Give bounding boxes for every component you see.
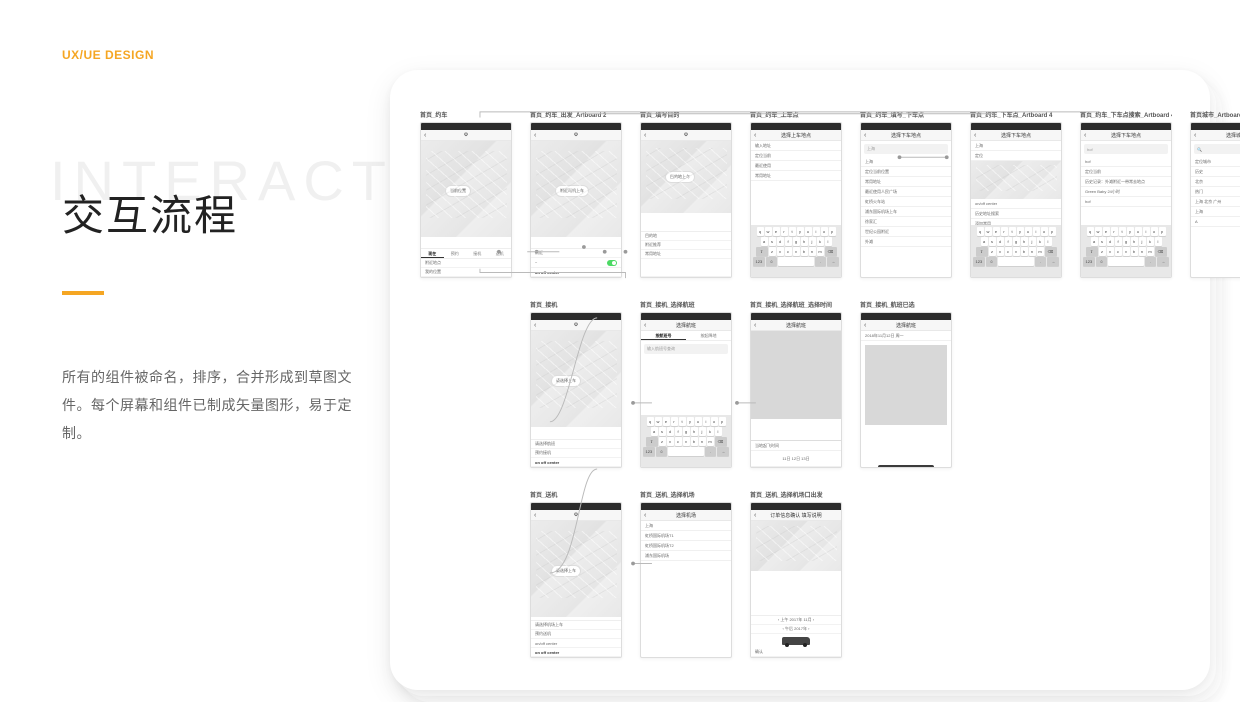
flow-container: 首页_约车⚙当前位置现在预约接机送机附近地点我的位置首页_约车_出发_Artbo… (420, 110, 1190, 658)
screen-caption: 首页_约车 (420, 110, 512, 119)
phone-frame: ⚙请选择上车请选择航班预约接机on off center (530, 312, 622, 468)
left-column: UX/UE DESIGN 交互流程 所有的组件被命名，排序，合并形成到草图文件。… (62, 48, 402, 447)
phone-frame: ⚙当前位置现在预约接机送机附近地点我的位置 (420, 122, 512, 278)
soft-keyboard: qwertyuiopasdfghjkl⇧zxcvbnm⌫123☺.→ (641, 415, 731, 467)
phone-frame: 订单信息确认 填写说明‹ 上午 2017年 11月 ›‹ 午后 2017年 ›确… (750, 502, 842, 658)
wireframe-screen: 首页_填写目的 ⚙目的地上车目的地附近推荐常用地址 (640, 110, 732, 278)
wireframe-screen: 首页_约车_下车点搜索_Artboard 4 选择下车地点hofhof定位当前历史… (1080, 110, 1172, 278)
screen-caption: 首页_接机_选择航班_选择时间 (750, 300, 842, 309)
wireframe-screen: 首页_接机_选择航班选择航班按航班号按起降地输入航班号查询qwertyuiopa… (640, 300, 732, 468)
wireframe-screen: 首页城市_Artboard 5 选择城市🔍定位城市历史北京热门上海 北京 广州上海… (1190, 110, 1240, 278)
screen-caption: 首页_约车_下车点_Artboard 4 (970, 110, 1062, 119)
wireframe-screen: 首页_约车 ⚙当前位置现在预约接机送机附近地点我的位置 (420, 110, 512, 278)
phone-frame: 选择机场上海虹桥国际机场T1虹桥国际机场T2浦东国际机场 (640, 502, 732, 658)
wireframe-panel: 首页_约车⚙当前位置现在预约接机送机附近地点我的位置首页_约车_出发_Artbo… (390, 70, 1210, 690)
phone-frame: 选择航班当地起飞时间11日 12日 13日 (750, 312, 842, 468)
accent-underline (62, 291, 104, 295)
phone-frame: 选择航班2018年11月12日 周一更改选择航班 (860, 312, 952, 468)
phone-frame: 选择下车地点上海定位on/off center历史地址搜索添加常用qwertyu… (970, 122, 1062, 278)
flow-row-1: 首页_约车⚙当前位置现在预约接机送机附近地点我的位置首页_约车_出发_Artbo… (420, 110, 1190, 278)
soft-keyboard: qwertyuiopasdfghjkl⇧zxcvbnm⌫123☺.→ (971, 225, 1061, 277)
phone-frame: ⚙附近司机上车附近−on off center (530, 122, 622, 278)
wireframe-screen: 首页_接机_航班已选选择航班2018年11月12日 周一更改选择航班 (860, 300, 952, 468)
screen-caption: 首页_送机 (530, 490, 622, 499)
phone-frame: 选择城市🔍定位城市历史北京热门上海 北京 广州上海A (1190, 122, 1240, 278)
page-title: 交互流程 (62, 182, 402, 243)
soft-keyboard: qwertyuiopasdfghjkl⇧zxcvbnm⌫123☺.→ (751, 225, 841, 277)
wireframe-screen: 首页_接机_选择航班_选择时间选择航班当地起飞时间11日 12日 13日 (750, 300, 842, 468)
wireframe-screen: 首页_约车_下车点_Artboard 4 选择下车地点上海定位on/off cen… (970, 110, 1062, 278)
screen-caption: 首页_约车_下车点搜索_Artboard 4 (1080, 110, 1172, 119)
screen-caption: 首页_填写目的 (640, 110, 732, 119)
flow-row-3: 首页_送机 ⚙请选择上车请选择机场上车预约送机on/off centeron of… (530, 490, 1190, 658)
screen-caption: 首页_约车_填写_下车点 (860, 110, 952, 119)
phone-frame: 选择上车地点输入地址定位当前最近使用常用地址qwertyuiopasdfghjk… (750, 122, 842, 278)
description-text: 所有的组件被命名，排序，合并形成到草图文件。每个屏幕和组件已制成矢量图形，易于定… (62, 363, 362, 447)
screen-caption: 首页城市_Artboard 5 (1190, 110, 1240, 119)
wireframe-screen: 首页_接机 ⚙请选择上车请选择航班预约接机on off center (530, 300, 622, 468)
screen-caption: 首页_接机_航班已选 (860, 300, 952, 309)
section-label: UX/UE DESIGN (62, 48, 402, 62)
phone-frame: 选择航班按航班号按起降地输入航班号查询qwertyuiopasdfghjkl⇧z… (640, 312, 732, 468)
phone-frame: ⚙请选择上车请选择机场上车预约送机on/off centeron off cen… (530, 502, 622, 658)
screen-caption: 首页_接机_选择航班 (640, 300, 732, 309)
phone-frame: 选择下车地点hofhof定位当前历史记录：外滩附近一带常去地点Green Bab… (1080, 122, 1172, 278)
wireframe-screen: 首页_约车_出发_Artboard 2 ⚙附近司机上车附近−on off cent… (530, 110, 622, 278)
wireframe-screen: 首页_约车_填写_下车点选择下车地点上海上海定位当前位置常用地址最近使用人民广场… (860, 110, 952, 278)
screen-caption: 首页_约车_出发_Artboard 2 (530, 110, 622, 119)
wireframe-screen: 首页_送机 ⚙请选择上车请选择机场上车预约送机on/off centeron of… (530, 490, 622, 658)
phone-frame: ⚙目的地上车目的地附近推荐常用地址 (640, 122, 732, 278)
screen-caption: 首页_接机 (530, 300, 622, 309)
soft-keyboard: qwertyuiopasdfghjkl⇧zxcvbnm⌫123☺.→ (1081, 225, 1171, 277)
screen-caption: 首页_送机_选择机场口出发 (750, 490, 842, 499)
wireframe-screen: 首页_送机_选择机场口出发订单信息确认 填写说明‹ 上午 2017年 11月 ›… (750, 490, 842, 658)
wireframe-screen: 首页_送机_选择机场选择机场上海虹桥国际机场T1虹桥国际机场T2浦东国际机场 (640, 490, 732, 658)
screen-caption: 首页_约车_上车点 (750, 110, 842, 119)
phone-frame: 选择下车地点上海上海定位当前位置常用地址最近使用人民广场虹桥火车站浦东国际机场上… (860, 122, 952, 278)
screen-caption: 首页_送机_选择机场 (640, 490, 732, 499)
wireframe-screen: 首页_约车_上车点选择上车地点输入地址定位当前最近使用常用地址qwertyuio… (750, 110, 842, 278)
flow-row-2: 首页_接机⚙请选择上车请选择航班预约接机on off center首页_接机_选… (530, 300, 1190, 468)
